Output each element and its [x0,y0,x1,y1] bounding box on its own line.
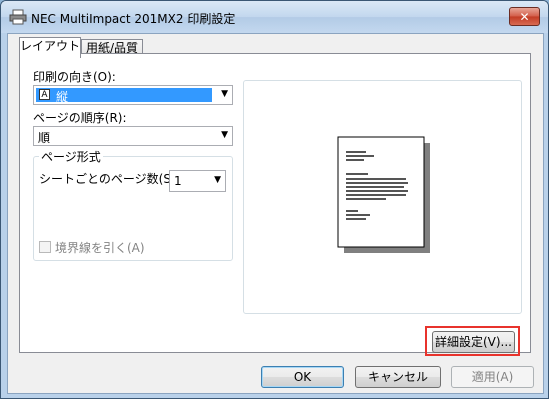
ok-button[interactable]: OK [261,366,344,388]
draw-borders-checkbox[interactable] [39,241,51,253]
page-order-value: 順 [38,131,51,145]
orientation-select[interactable]: A 縦 ▼ [33,85,233,105]
layout-preview [243,80,522,314]
page-order-label: ページの順序(R): [33,111,127,125]
pages-per-sheet-value: 1 [174,174,182,188]
chevron-down-icon: ▼ [221,130,228,140]
cancel-label: キャンセル [367,370,428,384]
apply-label: 適用(A) [471,370,514,384]
tab-layout[interactable]: レイアウト [19,37,81,58]
cancel-button[interactable]: キャンセル [355,366,441,388]
window-title: NEC MultiImpact 201MX2 印刷設定 [31,12,236,26]
layout-tab-panel: 印刷の向き(O): A 縦 ▼ ページの順序(R): 順 ▼ ページ形式 シート… [19,53,531,353]
pages-per-sheet-select[interactable]: 1 ▼ [169,170,226,192]
printer-icon [9,9,27,25]
page-format-title: ページ形式 [39,148,103,165]
orientation-label: 印刷の向き(O): [33,70,116,84]
pages-per-sheet-label: シートごとのページ数(S) [39,172,176,186]
page-order-select[interactable]: 順 ▼ [33,126,233,146]
apply-button[interactable]: 適用(A) [451,366,534,388]
page-preview-image [337,136,430,253]
ok-label: OK [293,370,312,384]
print-settings-dialog: NEC MultiImpact 201MX2 印刷設定 ✕ レイアウト 用紙/品… [0,0,549,399]
highlight-box [425,326,520,356]
dialog-client-area: レイアウト 用紙/品質 印刷の向き(O): A 縦 ▼ ページの順序(R): 順… [7,33,544,394]
orientation-value: 縦 [56,90,69,104]
draw-borders-label: 境界線を引く(A) [55,241,145,255]
close-button[interactable]: ✕ [509,7,540,26]
portrait-icon: A [39,89,50,100]
tab-layout-label: レイアウト [20,39,81,53]
chevron-down-icon: ▼ [221,89,228,99]
close-icon: ✕ [519,10,530,24]
title-bar[interactable]: NEC MultiImpact 201MX2 印刷設定 ✕ [1,1,548,33]
chevron-down-icon: ▼ [214,175,221,185]
